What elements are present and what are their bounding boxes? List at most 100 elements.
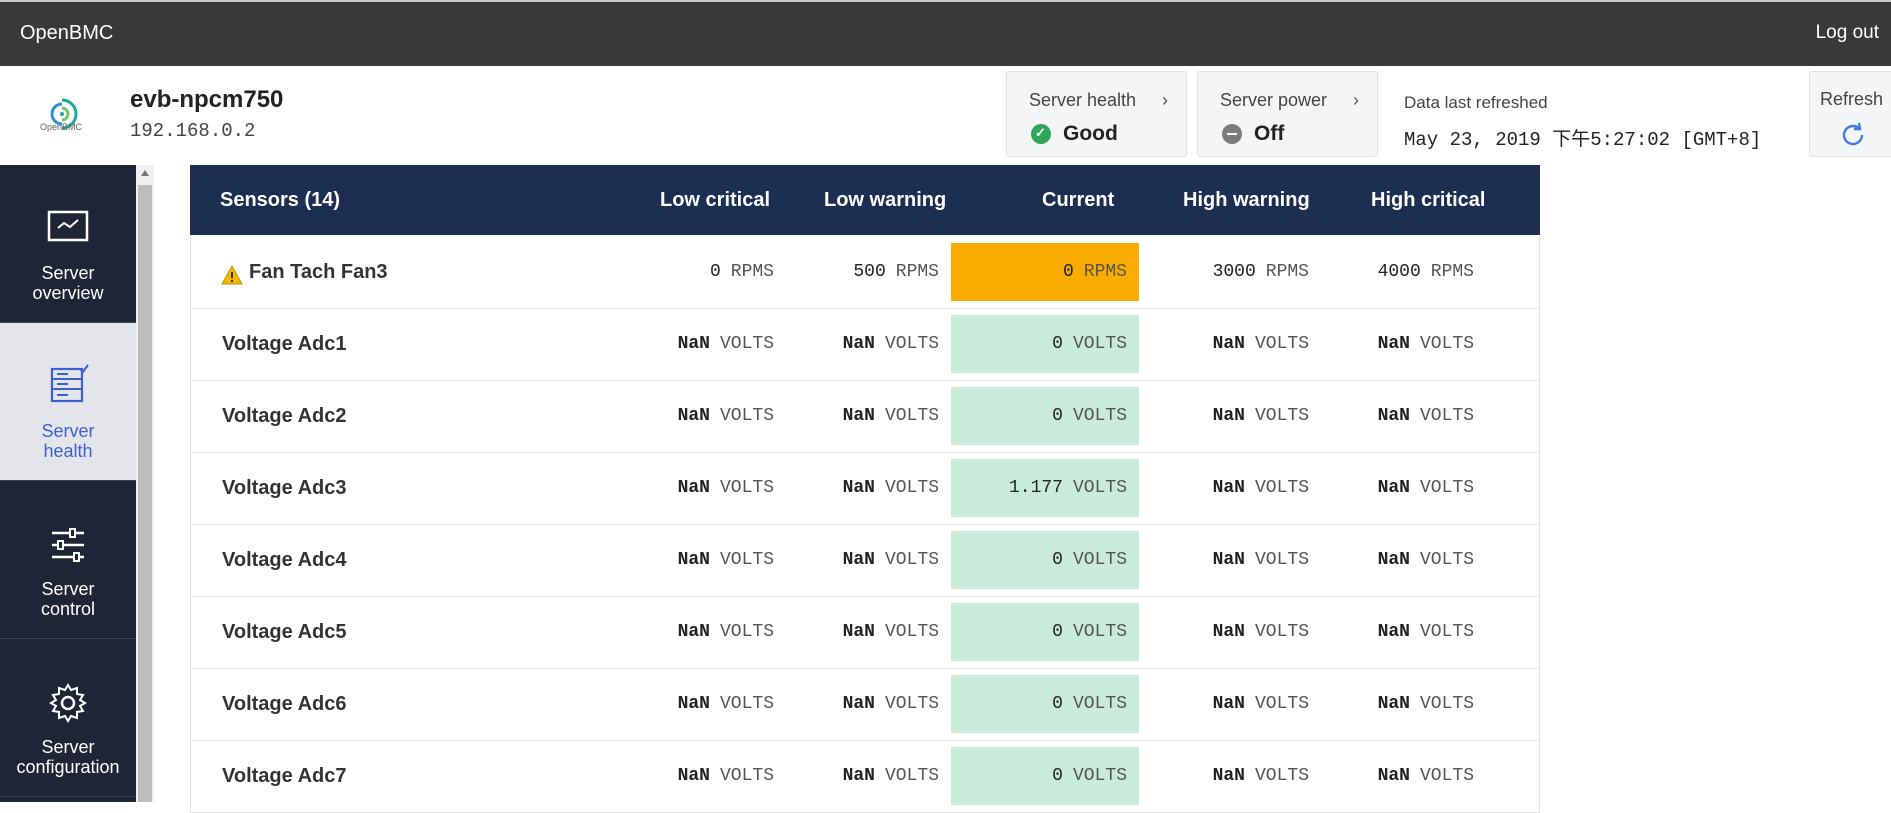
value-unit: VOLTS — [719, 550, 774, 570]
server-health-card[interactable]: Server health › Good — [1006, 71, 1187, 157]
table-row[interactable]: Voltage Adc5 NaN VOLTS NaN VOLTS 0 VOLTS NaN VOL… — [190, 597, 1540, 669]
sensor-name: Voltage Adc6 — [222, 693, 347, 715]
sensor-value-hc: NaN VOLTS — [1378, 694, 1474, 714]
sensor-value-hc: 4000 RPMS — [1378, 262, 1474, 282]
col-current[interactable]: Current — [1042, 189, 1114, 212]
value-unit: VOLTS — [884, 694, 939, 714]
value-number: 0 — [1052, 766, 1063, 786]
table-row[interactable]: Voltage Adc7 NaN VOLTS NaN VOLTS 0 VOLTS NaN VOL… — [190, 741, 1540, 813]
value-number: NaN — [677, 478, 710, 498]
sensor-value-hw: 3000 RPMS — [1213, 262, 1309, 282]
sensor-value-lc: 0 RPMS — [710, 262, 774, 282]
server-power-card[interactable]: Server power › Off — [1197, 71, 1378, 157]
sensor-value-lw: NaN VOLTS — [843, 550, 939, 570]
hostname: evb-npcm750 — [130, 86, 284, 113]
sensor-value-lc: NaN VOLTS — [678, 406, 774, 426]
value-number: 0 — [1052, 406, 1063, 426]
sidebar-item-server-control[interactable]: Server control — [0, 481, 136, 639]
value-unit: VOLTS — [1072, 406, 1127, 426]
col-sensors[interactable]: Sensors (14) — [220, 189, 340, 212]
table-row[interactable]: Fan Tach Fan3 0 RPMS 500 RPMS 0 RPMS 3000 RPMS 40… — [190, 237, 1540, 309]
sensor-value-cur: 0 VOLTS — [1052, 766, 1127, 786]
value-unit: VOLTS — [1254, 766, 1309, 786]
scroll-up-arrow-icon[interactable] — [141, 170, 149, 176]
value-unit: VOLTS — [1072, 622, 1127, 642]
value-number: 500 — [853, 262, 886, 282]
sensor-value-lw: NaN VOLTS — [843, 694, 939, 714]
value-unit: VOLTS — [1254, 694, 1309, 714]
value-number: NaN — [842, 406, 875, 426]
value-number: 0 — [709, 262, 721, 282]
openbmc-logo-icon — [50, 98, 78, 130]
sidebar-item-label: Server — [41, 579, 95, 599]
col-high-warning[interactable]: High warning — [1183, 189, 1310, 212]
value-number: NaN — [842, 478, 875, 498]
sidebar-item-server-health[interactable]: Server health — [0, 323, 136, 481]
value-number: NaN — [1377, 406, 1410, 426]
value-number: NaN — [677, 406, 710, 426]
sensor-value-lc: NaN VOLTS — [678, 478, 774, 498]
table-row[interactable]: Voltage Adc3 NaN VOLTS NaN VOLTS 1.177 VOLTS Na… — [190, 453, 1540, 525]
value-unit: VOLTS — [1254, 622, 1309, 642]
ip-address: 192.168.0.2 — [130, 120, 256, 142]
value-number: NaN — [677, 622, 710, 642]
refresh-icon — [1842, 122, 1864, 146]
value-unit: VOLTS — [1254, 478, 1309, 498]
value-unit: VOLTS — [1072, 550, 1127, 570]
value-number: 0 — [1052, 334, 1063, 354]
value-number: NaN — [1377, 334, 1410, 354]
logout-link[interactable]: Log out — [1816, 22, 1879, 44]
sensor-value-hw: NaN VOLTS — [1213, 478, 1309, 498]
value-unit: VOLTS — [1254, 550, 1309, 570]
sensor-value-cur: 0 VOLTS — [1052, 694, 1127, 714]
sensor-value-lw: NaN VOLTS — [843, 622, 939, 642]
refresh-button[interactable]: Refresh — [1809, 71, 1891, 157]
value-unit: RPMS — [730, 262, 774, 282]
table-header: Sensors (14) Low critical Low warning Cu… — [190, 165, 1540, 235]
sensor-value-hc: NaN VOLTS — [1378, 406, 1474, 426]
table-body: Fan Tach Fan3 0 RPMS 500 RPMS 0 RPMS 3000 RPMS 40… — [190, 237, 1540, 813]
col-high-critical[interactable]: High critical — [1371, 189, 1485, 212]
sidebar-item-label: Server — [41, 263, 95, 283]
table-row[interactable]: Voltage Adc2 NaN VOLTS NaN VOLTS 0 VOLTS NaN VOL… — [190, 381, 1540, 453]
table-row[interactable]: Voltage Adc4 NaN VOLTS NaN VOLTS 0 VOLTS NaN VOL… — [190, 525, 1540, 597]
sensor-value-cur: 1.177 VOLTS — [1009, 478, 1127, 498]
value-number: NaN — [677, 766, 710, 786]
value-number: NaN — [677, 694, 710, 714]
sidebar-item-server-configuration[interactable]: Server configuration — [0, 639, 136, 797]
scroll-thumb[interactable] — [138, 185, 152, 802]
value-unit: VOLTS — [1419, 334, 1474, 354]
sensor-value-lw: NaN VOLTS — [843, 766, 939, 786]
sensor-value-lw: NaN VOLTS — [843, 478, 939, 498]
sensor-value-hw: NaN VOLTS — [1213, 406, 1309, 426]
value-unit: RPMS — [1430, 262, 1474, 282]
sidebar: Server overview Server health Server con… — [0, 165, 136, 802]
table-row[interactable]: Voltage Adc1 NaN VOLTS NaN VOLTS 0 VOLTS NaN VOL… — [190, 309, 1540, 381]
sidebar-scrollbar[interactable] — [136, 165, 154, 802]
sensor-value-cur: 0 VOLTS — [1052, 406, 1127, 426]
data-refreshed-label: Data last refreshed — [1404, 93, 1548, 112]
sensor-name: Voltage Adc2 — [222, 405, 347, 427]
col-low-critical[interactable]: Low critical — [660, 189, 770, 212]
sensor-value-cur: 0 VOLTS — [1052, 622, 1127, 642]
sidebar-item-label: Server — [41, 421, 95, 441]
sensor-value-lc: NaN VOLTS — [678, 694, 774, 714]
value-number: NaN — [842, 622, 875, 642]
current-value-cell: 0 VOLTS — [951, 315, 1139, 373]
value-number: NaN — [677, 334, 710, 354]
value-number: NaN — [842, 550, 875, 570]
value-number: 0 — [1052, 694, 1063, 714]
sensor-value-lw: NaN VOLTS — [843, 334, 939, 354]
server-power-label: Server power — [1220, 90, 1328, 110]
sensor-name: Voltage Adc5 — [222, 621, 347, 643]
server-health-icon — [50, 364, 89, 403]
sensor-value-cur: 0 RPMS — [1063, 262, 1127, 282]
logo-text: OpenBMC — [40, 122, 83, 132]
table-row[interactable]: Voltage Adc6 NaN VOLTS NaN VOLTS 0 VOLTS NaN VOL… — [190, 669, 1540, 741]
sensor-value-lc: NaN VOLTS — [678, 334, 774, 354]
value-unit: VOLTS — [884, 550, 939, 570]
sensor-name: Fan Tach Fan3 — [249, 261, 388, 283]
value-unit: RPMS — [1083, 262, 1127, 282]
sidebar-item-server-overview[interactable]: Server overview — [0, 165, 136, 323]
col-low-warning[interactable]: Low warning — [824, 189, 946, 212]
